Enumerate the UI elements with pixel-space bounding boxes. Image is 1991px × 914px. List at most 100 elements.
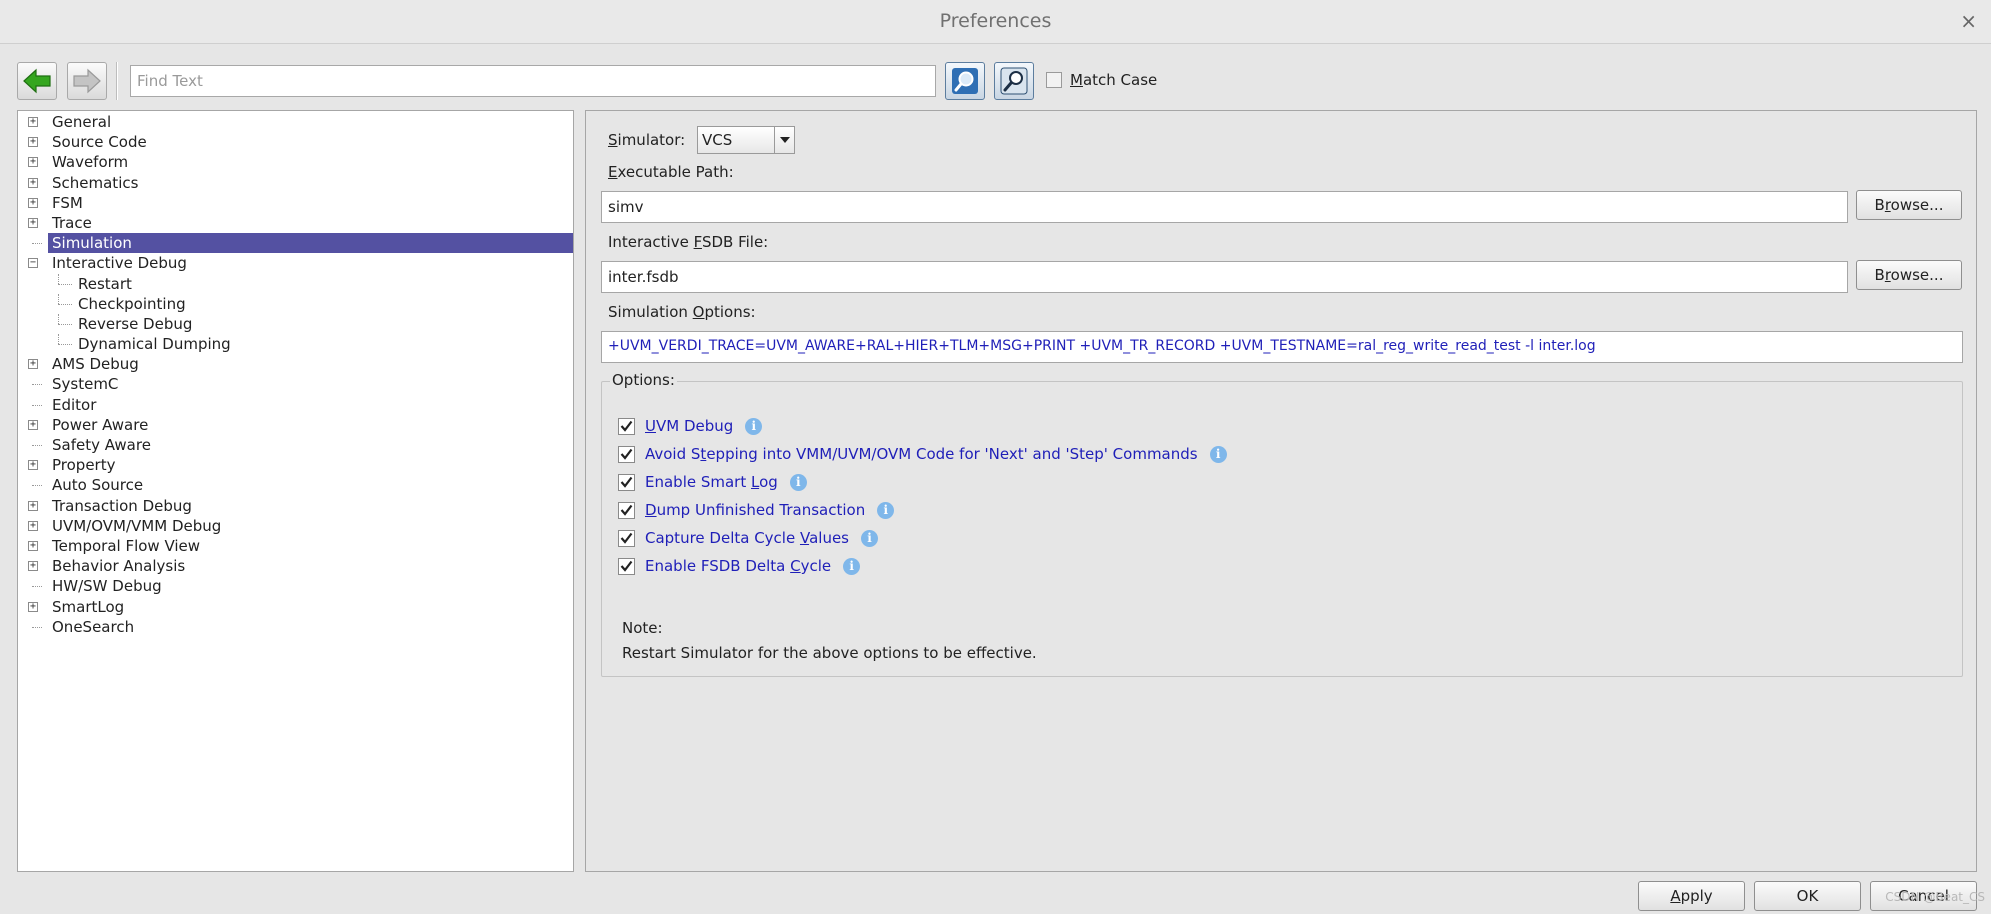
tree-item-general[interactable]: + General xyxy=(18,112,573,132)
browse-executable-button[interactable]: Browse... xyxy=(1856,190,1962,220)
browse-fsdb-button[interactable]: Browse... xyxy=(1856,260,1962,290)
tree-item-safety-aware[interactable]: Safety Aware xyxy=(18,435,573,455)
tree-item-label: Transaction Debug xyxy=(52,496,192,515)
option-row[interactable]: Dump Unfinished Transaction i xyxy=(618,499,895,521)
match-case-option[interactable]: Match Case xyxy=(1046,71,1157,89)
option-label: Dump Unfinished Transaction xyxy=(645,501,866,519)
tree-connector xyxy=(32,404,42,406)
tree-item-transaction-debug[interactable]: + Transaction Debug xyxy=(18,496,573,516)
tree-item-restart[interactable]: Restart xyxy=(18,273,573,294)
forward-button[interactable] xyxy=(67,62,107,100)
expand-icon[interactable]: + xyxy=(28,137,38,148)
tree-item-waveform[interactable]: + Waveform xyxy=(18,152,573,172)
tree-item-label: Simulation xyxy=(48,233,573,254)
gray-right-arrow-icon xyxy=(73,68,101,94)
tree-item-label: Auto Source xyxy=(52,476,144,495)
tree-item-interactive-debug[interactable]: − Interactive Debug xyxy=(18,253,573,273)
expand-icon[interactable]: + xyxy=(28,601,38,612)
simulator-select[interactable]: VCS xyxy=(697,126,795,154)
tree-item-onesearch[interactable]: OneSearch xyxy=(18,617,573,637)
info-icon[interactable]: i xyxy=(861,529,878,547)
tree-item-checkpointing[interactable]: Checkpointing xyxy=(18,293,573,314)
tree-item-systemc[interactable]: SystemC xyxy=(18,374,573,394)
expand-icon[interactable]: + xyxy=(28,197,38,208)
tree-item-reverse-debug[interactable]: Reverse Debug xyxy=(18,313,573,334)
expand-icon[interactable]: + xyxy=(28,500,38,511)
checkmark-icon xyxy=(620,448,633,460)
ok-button[interactable]: OK xyxy=(1754,881,1861,911)
checkmark-icon xyxy=(620,560,633,572)
option-row[interactable]: Enable FSDB Delta Cycle i xyxy=(618,555,861,577)
option-row[interactable]: Capture Delta Cycle Values i xyxy=(618,527,878,549)
tree-connector xyxy=(32,586,42,588)
expand-icon[interactable]: + xyxy=(28,177,38,188)
option-label: Capture Delta Cycle Values xyxy=(645,529,849,547)
simulation-options-field[interactable]: +UVM_VERDI_TRACE=UVM_AWARE+RAL+HIER+TLM+… xyxy=(601,331,1963,363)
option-checkbox[interactable] xyxy=(618,417,635,435)
tree-item-label: AMS Debug xyxy=(52,355,139,374)
collapse-icon[interactable]: − xyxy=(28,258,38,269)
options-group: Options: UVM Debug i Avoid Stepping into V… xyxy=(601,371,1963,677)
tree-item-label: Behavior Analysis xyxy=(52,557,186,576)
option-row[interactable]: Avoid Stepping into VMM/UVM/OVM Code for… xyxy=(618,443,1227,465)
match-case-label: Match Case xyxy=(1070,71,1158,89)
find-next-button[interactable] xyxy=(945,62,985,100)
tree-item-label: Trace xyxy=(52,213,92,232)
close-icon[interactable]: × xyxy=(1960,9,1977,33)
tree-item-trace[interactable]: + Trace xyxy=(18,213,573,233)
expand-icon[interactable]: + xyxy=(28,359,38,370)
tree-item-property[interactable]: + Property xyxy=(18,455,573,475)
tree-item-source-code[interactable]: + Source Code xyxy=(18,132,573,152)
options-legend: Options: xyxy=(610,371,677,389)
tree-item-dynamical-dumping[interactable]: Dynamical Dumping xyxy=(18,334,573,354)
match-case-checkbox[interactable] xyxy=(1046,72,1062,88)
tree-item-fsm[interactable]: + FSM xyxy=(18,193,573,213)
tree-item-schematics[interactable]: + Schematics xyxy=(18,173,573,193)
fsdb-file-field[interactable]: inter.fsdb xyxy=(601,261,1848,293)
apply-button[interactable]: Apply xyxy=(1638,881,1745,911)
tree-connector xyxy=(32,626,42,628)
option-row[interactable]: Enable Smart Log i xyxy=(618,471,807,493)
executable-path-field[interactable]: simv xyxy=(601,191,1848,223)
tree-item-hw-sw-debug[interactable]: HW/SW Debug xyxy=(18,576,573,596)
chevron-down-icon xyxy=(774,127,794,153)
tree-item-ams-debug[interactable]: + AMS Debug xyxy=(18,354,573,374)
tree-item-uvm-ovm-vmm-debug[interactable]: + UVM/OVM/VMM Debug xyxy=(18,516,573,536)
info-icon[interactable]: i xyxy=(789,473,807,491)
find-filter-button[interactable] xyxy=(994,62,1034,100)
tree-item-smartlog[interactable]: + SmartLog xyxy=(18,597,573,617)
expand-icon[interactable]: + xyxy=(28,460,38,471)
tree-item-simulation[interactable]: Simulation xyxy=(18,233,573,254)
info-icon[interactable]: i xyxy=(877,501,895,519)
back-button[interactable] xyxy=(17,62,57,100)
tree-item-power-aware[interactable]: + Power Aware xyxy=(18,415,573,435)
tree-item-label: Interactive Debug xyxy=(52,254,187,273)
tree-item-label: General xyxy=(52,113,112,131)
option-row[interactable]: UVM Debug i xyxy=(618,415,763,437)
option-checkbox[interactable] xyxy=(618,529,635,547)
expand-icon[interactable]: + xyxy=(28,217,38,228)
info-icon[interactable]: i xyxy=(1209,445,1227,463)
note-text: Restart Simulator for the above options … xyxy=(622,644,1037,662)
info-icon[interactable]: i xyxy=(745,417,763,435)
tree-item-auto-source[interactable]: Auto Source xyxy=(18,475,573,495)
expand-icon[interactable]: + xyxy=(28,117,38,127)
tree-item-behavior-analysis[interactable]: + Behavior Analysis xyxy=(18,556,573,576)
option-checkbox[interactable] xyxy=(618,473,635,491)
expand-icon[interactable]: + xyxy=(28,157,38,168)
option-label: Enable Smart Log xyxy=(645,473,778,491)
expand-icon[interactable]: + xyxy=(28,419,38,430)
tree-item-editor[interactable]: Editor xyxy=(18,395,573,415)
tree-item-temporal-flow-view[interactable]: + Temporal Flow View xyxy=(18,536,573,556)
find-text-input[interactable] xyxy=(130,65,936,97)
title-bar: Preferences × xyxy=(0,0,1991,44)
expand-icon[interactable]: + xyxy=(28,520,38,531)
tree-item-label: Restart xyxy=(78,274,132,293)
expand-icon[interactable]: + xyxy=(28,561,38,572)
option-checkbox[interactable] xyxy=(618,445,635,463)
option-checkbox[interactable] xyxy=(618,557,635,575)
tree-item-label: Checkpointing xyxy=(78,294,186,313)
expand-icon[interactable]: + xyxy=(28,540,38,551)
info-icon[interactable]: i xyxy=(843,557,861,575)
option-checkbox[interactable] xyxy=(618,501,635,519)
